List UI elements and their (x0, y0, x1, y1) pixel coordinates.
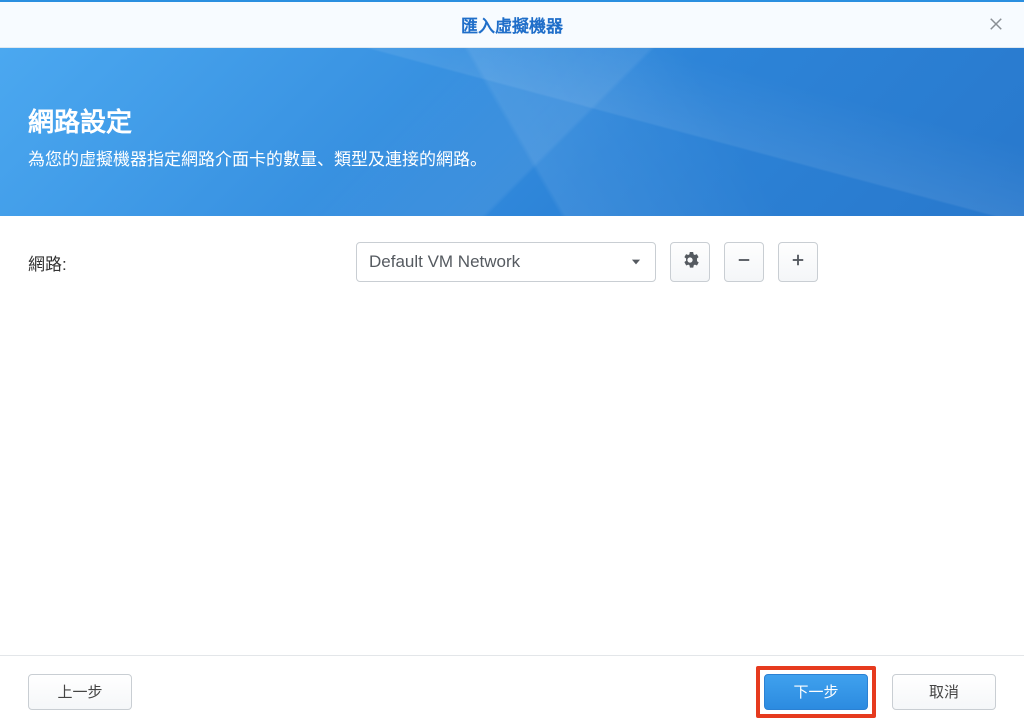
close-button[interactable] (984, 14, 1008, 38)
next-button-label: 下一步 (793, 681, 838, 702)
page-title: 網路設定 (28, 102, 996, 139)
chevron-down-icon (629, 255, 643, 269)
remove-network-button[interactable] (724, 242, 764, 282)
banner: 網路設定 為您的虛擬機器指定網路介面卡的數量、類型及連接的網路。 (0, 48, 1024, 216)
add-network-button[interactable] (778, 242, 818, 282)
next-button-highlight: 下一步 (756, 666, 876, 718)
dialog-title: 匯入虛擬機器 (461, 12, 563, 37)
gear-icon (681, 251, 699, 274)
plus-icon (789, 251, 807, 274)
close-icon (987, 15, 1005, 38)
page-subtitle: 為您的虛擬機器指定網路介面卡的數量、類型及連接的網路。 (28, 145, 996, 170)
network-label: 網路: (28, 250, 342, 275)
cancel-button-label: 取消 (929, 681, 959, 702)
cancel-button[interactable]: 取消 (892, 674, 996, 710)
minus-icon (735, 251, 753, 274)
title-bar: 匯入虛擬機器 (0, 0, 1024, 48)
content-area: 網路: Default VM Network (0, 216, 1024, 655)
network-select-value: Default VM Network (369, 252, 520, 272)
network-settings-button[interactable] (670, 242, 710, 282)
next-button[interactable]: 下一步 (764, 674, 868, 710)
back-button[interactable]: 上一步 (28, 674, 132, 710)
footer: 上一步 下一步 取消 (0, 655, 1024, 727)
footer-right: 下一步 取消 (756, 666, 996, 718)
back-button-label: 上一步 (57, 681, 102, 702)
network-select[interactable]: Default VM Network (356, 242, 656, 282)
network-row: 網路: Default VM Network (28, 242, 996, 282)
